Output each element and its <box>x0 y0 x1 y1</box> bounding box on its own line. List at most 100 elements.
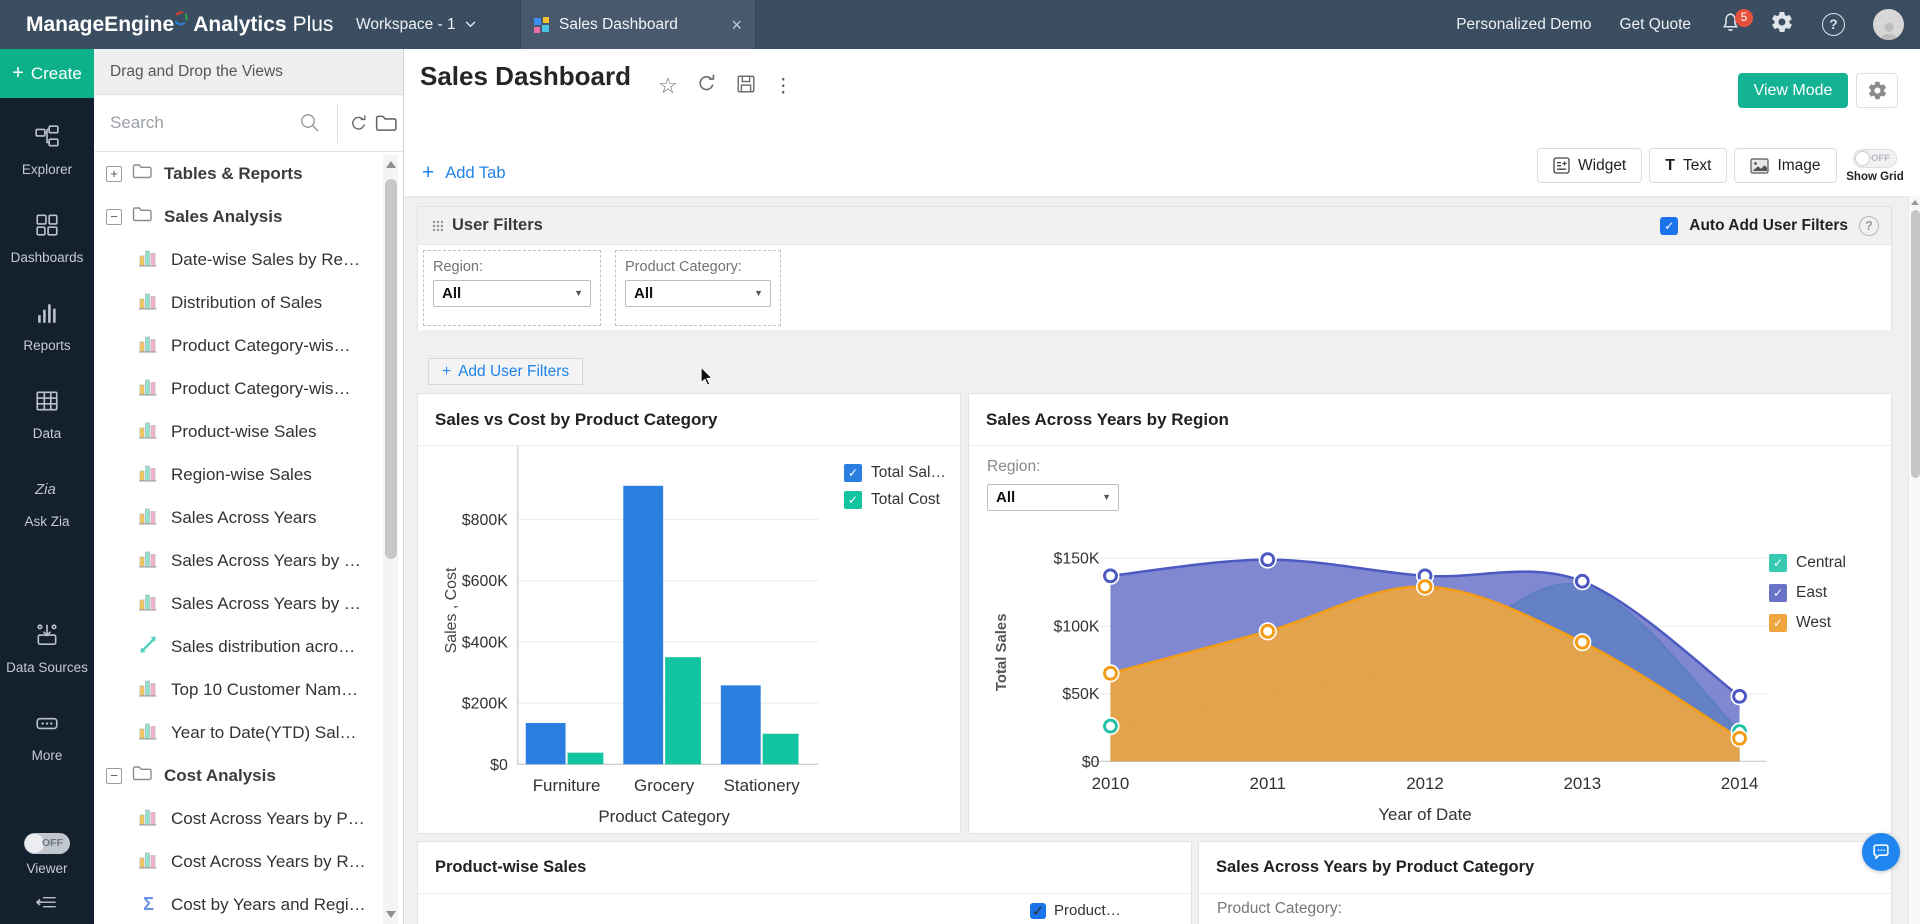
notifications-button[interactable]: 5 <box>1719 11 1742 39</box>
tree-item[interactable]: Cost Across Years by P… <box>94 797 383 840</box>
main-scrollbar[interactable] <box>1908 196 1920 924</box>
tree-item[interactable]: Top 10 Customer Nam… <box>94 668 383 711</box>
legend-item[interactable]: ✓Total Cost <box>844 491 946 509</box>
filter-value: All <box>996 489 1015 506</box>
chevron-down-icon <box>465 21 476 28</box>
tab-sales-dashboard[interactable]: Sales Dashboard × <box>520 0 756 49</box>
create-button[interactable]: + Create <box>0 49 94 98</box>
legend-checkbox[interactable]: ✓ <box>1030 903 1046 919</box>
tree-item[interactable]: Sales Across Years by … <box>94 539 383 582</box>
views-scrollbar[interactable] <box>383 155 398 924</box>
scroll-up-icon[interactable] <box>386 161 396 168</box>
settings-button[interactable] <box>1770 10 1794 39</box>
add-user-filters-button[interactable]: + Add User Filters <box>428 358 583 385</box>
scroll-up-icon[interactable] <box>1911 200 1919 205</box>
workspace-selector[interactable]: Workspace - 1 <box>356 0 476 49</box>
folder-view-button[interactable] <box>375 114 397 137</box>
widget-button[interactable]: Widget <box>1537 148 1642 183</box>
region-select[interactable]: All ▼ <box>987 484 1119 511</box>
tree-item[interactable]: − Cost Analysis <box>94 754 383 797</box>
collapse-icon[interactable]: − <box>106 768 122 784</box>
tree-item[interactable]: Product Category-wis… <box>94 367 383 410</box>
scroll-down-icon[interactable] <box>386 911 396 918</box>
drag-handle-icon[interactable] <box>432 220 443 231</box>
tree-item[interactable]: Distribution of Sales <box>94 281 383 324</box>
partial-legend-item[interactable]: ✓ Product… <box>1030 902 1121 919</box>
search-input[interactable] <box>94 95 284 151</box>
close-icon[interactable]: × <box>731 16 742 34</box>
main-area: Sales Dashboard ☆ ⋮ View Mode + Add Tab … <box>404 49 1920 924</box>
auto-add-checkbox[interactable]: ✓ <box>1660 217 1678 235</box>
sidebar-item[interactable]: More <box>0 710 94 765</box>
tree-item[interactable]: Region-wise Sales <box>94 453 383 496</box>
personalized-demo-link[interactable]: Personalized Demo <box>1456 16 1591 34</box>
tree-item[interactable]: + Tables & Reports <box>94 152 383 195</box>
save-button[interactable] <box>735 73 757 100</box>
sidebar-item[interactable]: Explorer <box>0 124 94 179</box>
legend-checkbox[interactable]: ✓ <box>1769 584 1787 602</box>
tree-item[interactable]: Sales Across Years <box>94 496 383 539</box>
tree-item[interactable]: Date-wise Sales by Re… <box>94 238 383 281</box>
bar-chart-icon <box>139 678 158 702</box>
person-icon <box>1878 20 1900 40</box>
legend-checkbox[interactable]: ✓ <box>1769 614 1787 632</box>
filter-select[interactable]: All ▼ <box>625 280 771 307</box>
add-tab-button[interactable]: + Add Tab <box>422 161 506 185</box>
viewer-toggle[interactable]: OFF <box>24 833 70 854</box>
tree-item[interactable]: Product-wise Sales <box>94 410 383 453</box>
collapse-icon[interactable]: − <box>106 209 122 225</box>
legend-item[interactable]: ✓Central <box>1769 554 1846 572</box>
tree-item-label: Cost Across Years by R… <box>171 852 366 872</box>
view-mode-button[interactable]: View Mode <box>1738 73 1848 108</box>
tree-item-label: Sales Analysis <box>164 207 282 227</box>
tree-item[interactable]: Product Category-wis… <box>94 324 383 367</box>
svg-text:Zia: Zia <box>34 481 56 498</box>
help-icon[interactable]: ? <box>1859 216 1879 236</box>
tree-item[interactable]: Σ Cost by Years and Regi… <box>94 883 383 924</box>
tree-item[interactable]: − Sales Analysis <box>94 195 383 238</box>
auto-add-label: Auto Add User Filters <box>1689 217 1848 235</box>
notification-badge: 5 <box>1735 9 1753 27</box>
help-button[interactable]: ? <box>1822 13 1845 36</box>
refresh-tree-button[interactable] <box>348 113 369 139</box>
sidebar-item[interactable]: Data Sources <box>0 622 94 677</box>
legend-item[interactable]: ✓East <box>1769 584 1846 602</box>
tree-item[interactable]: Year to Date(YTD) Sal… <box>94 711 383 754</box>
favorite-star-icon[interactable]: ☆ <box>658 73 678 99</box>
tree-item-label: Year to Date(YTD) Sal… <box>171 723 357 743</box>
sidebar-item[interactable]: Reports <box>0 300 94 355</box>
tree-item[interactable]: Cost Across Years by R… <box>94 840 383 883</box>
add-tab-label: Add Tab <box>445 164 505 183</box>
svg-text:Total Sales: Total Sales <box>993 613 1010 691</box>
chat-support-button[interactable] <box>1862 833 1900 871</box>
collapse-sidebar-button[interactable] <box>0 895 94 916</box>
avatar[interactable] <box>1873 9 1904 40</box>
image-button[interactable]: Image <box>1734 148 1836 183</box>
sidebar-item-label: Dashboards <box>9 250 86 267</box>
dashboard-settings-button[interactable] <box>1856 73 1898 108</box>
filter-select[interactable]: All ▼ <box>433 280 591 307</box>
get-quote-link[interactable]: Get Quote <box>1619 16 1691 34</box>
image-icon <box>1750 158 1769 174</box>
legend-checkbox[interactable]: ✓ <box>844 464 862 482</box>
chevron-down-icon: ▼ <box>1102 485 1111 510</box>
rail-icon <box>34 212 60 243</box>
text-button[interactable]: T Text <box>1649 148 1727 183</box>
legend-checkbox[interactable]: ✓ <box>844 491 862 509</box>
tree-item[interactable]: Sales distribution acro… <box>94 625 383 668</box>
more-options-icon[interactable]: ⋮ <box>774 75 793 98</box>
legend-item[interactable]: ✓Total Sal… <box>844 464 946 482</box>
show-grid-toggle[interactable]: OFF <box>1853 149 1897 168</box>
tree-item-label: Tables & Reports <box>164 164 303 184</box>
legend-checkbox[interactable]: ✓ <box>1769 554 1787 572</box>
refresh-button[interactable] <box>695 72 718 100</box>
legend-item[interactable]: ✓West <box>1769 614 1846 632</box>
expand-icon[interactable]: + <box>106 166 122 182</box>
sidebar-item[interactable]: Data <box>0 388 94 443</box>
tree-item[interactable]: Sales Across Years by … <box>94 582 383 625</box>
scrollbar-thumb[interactable] <box>385 179 397 559</box>
scrollbar-thumb[interactable] <box>1911 210 1920 478</box>
sidebar-item[interactable]: Zia Ask Zia <box>0 476 94 531</box>
sidebar-item[interactable]: Dashboards <box>0 212 94 267</box>
sidebar-item-label: Reports <box>21 338 72 355</box>
